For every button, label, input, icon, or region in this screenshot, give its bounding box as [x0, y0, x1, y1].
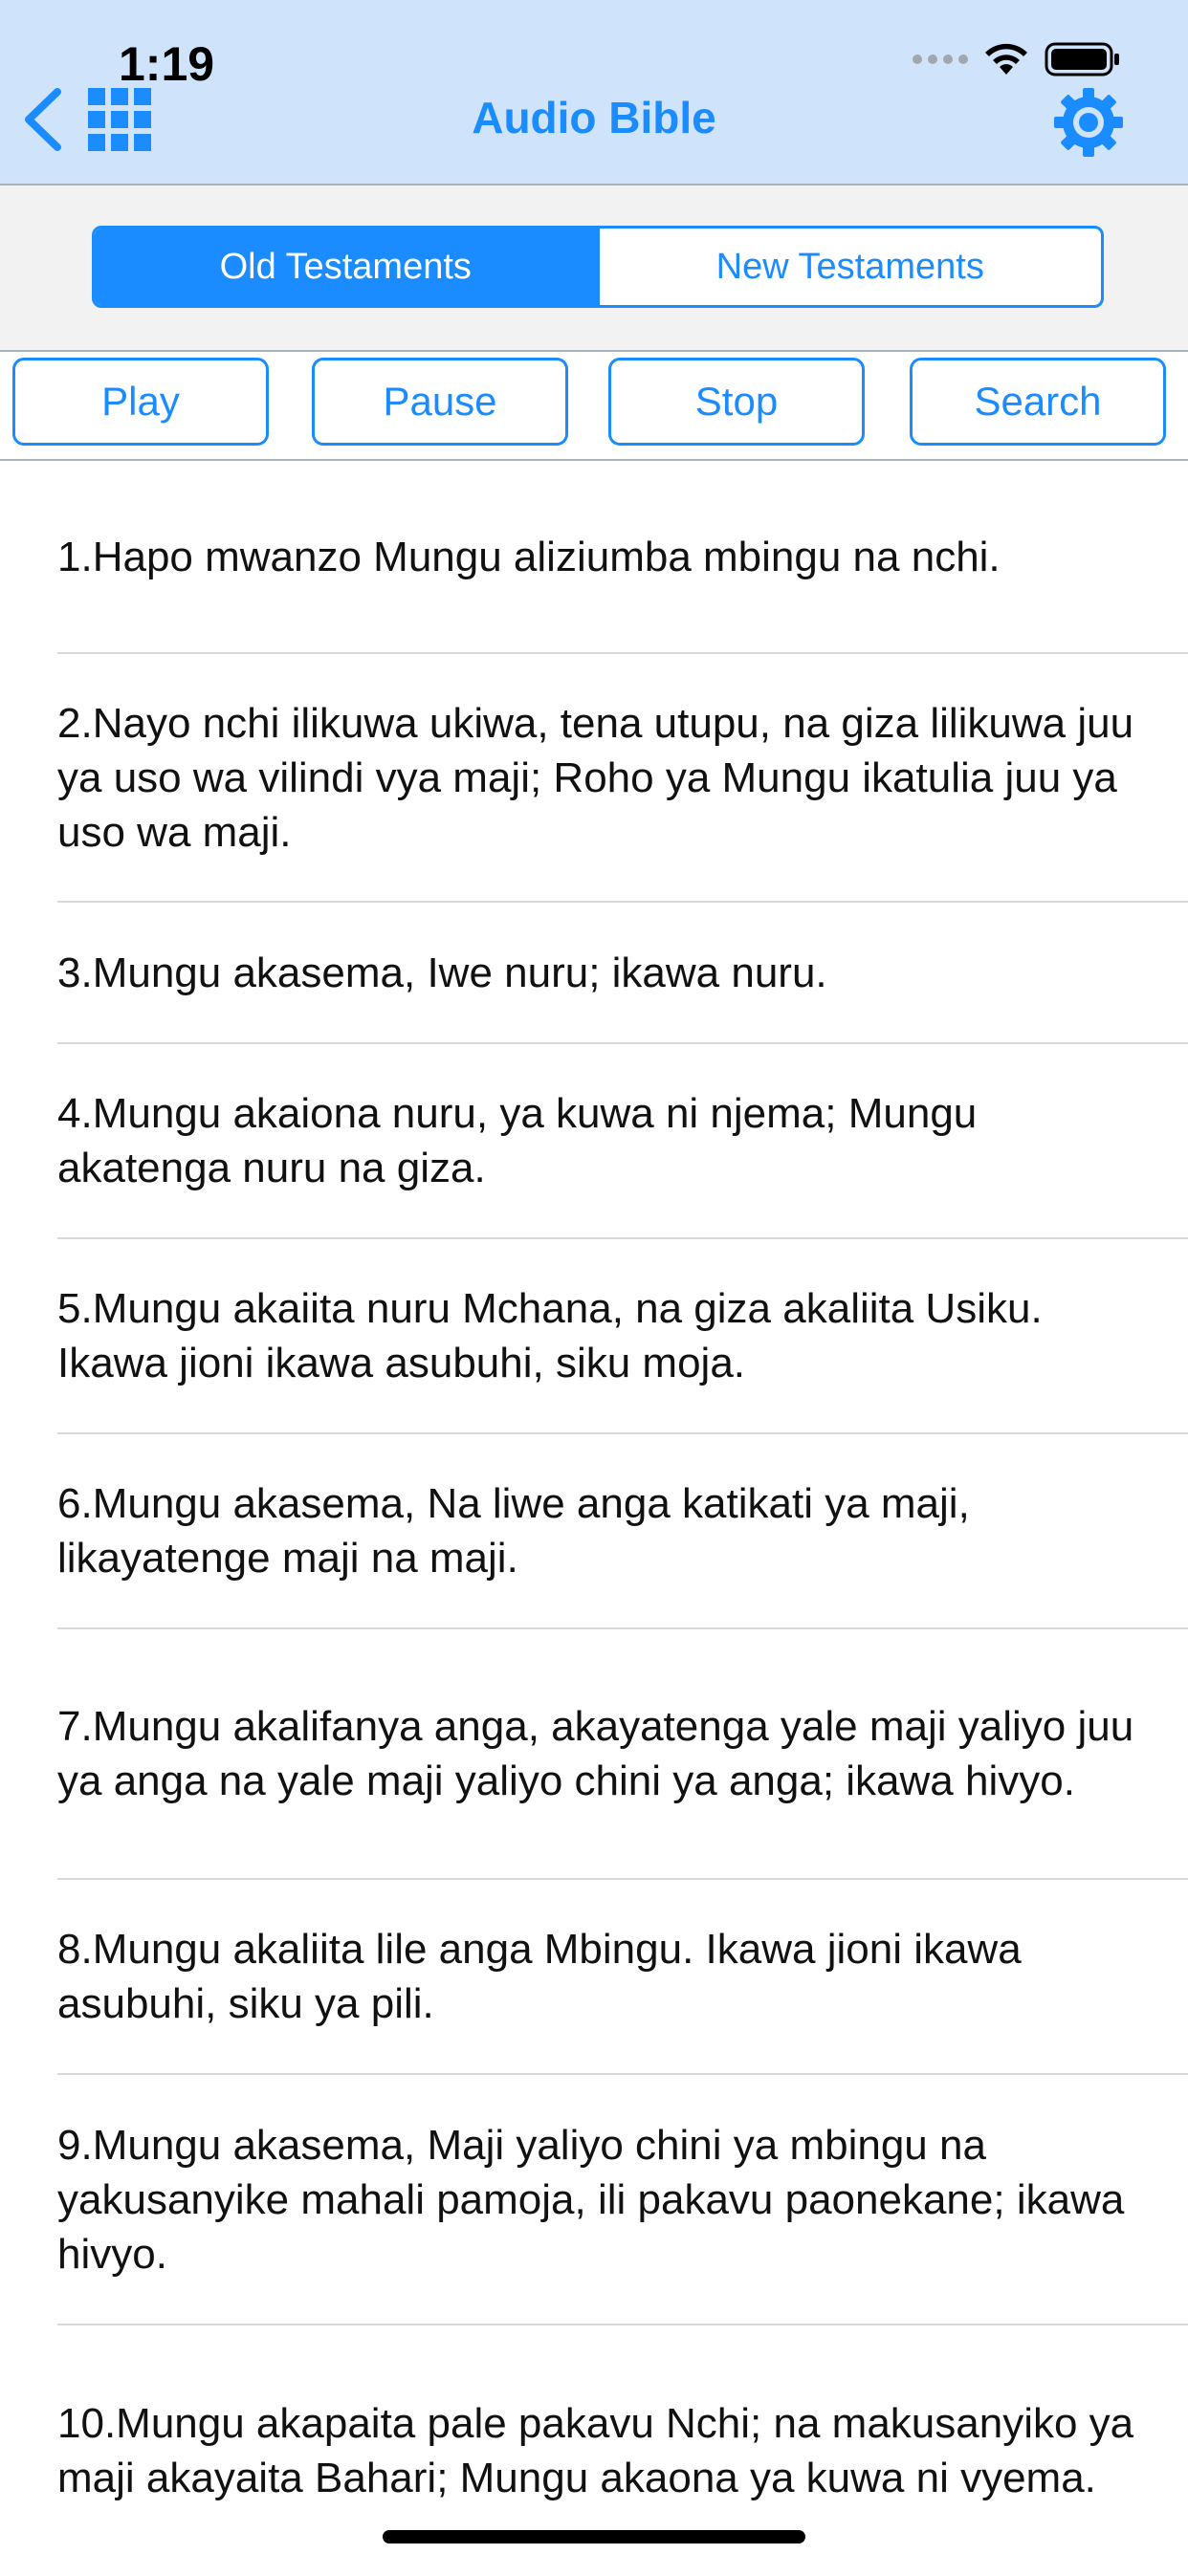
- page-title: Audio Bible: [472, 93, 716, 142]
- list-item[interactable]: 5.Mungu akaiita nuru Mchana, na giza aka…: [57, 1239, 1188, 1434]
- pause-button[interactable]: Pause: [312, 358, 568, 446]
- verse-text: 2.Nayo nchi ilikuwa ukiwa, tena utupu, n…: [57, 699, 1134, 856]
- gear-icon[interactable]: [1052, 86, 1125, 159]
- list-item[interactable]: 8.Mungu akaliita lile anga Mbingu. Ikawa…: [57, 1880, 1188, 2075]
- navigation-bar: 1:19 Audio Bible: [0, 0, 1188, 186]
- list-item[interactable]: 9.Mungu akasema, Maji yaliyo chini ya mb…: [57, 2075, 1188, 2325]
- verse-text: 10.Mungu akapaita pale pakavu Nchi; na m…: [57, 2400, 1134, 2501]
- playback-controls: Play Pause Stop Search: [0, 352, 1188, 461]
- list-item[interactable]: 4.Mungu akaiona nuru, ya kuwa ni njema; …: [57, 1044, 1188, 1239]
- verse-text: 9.Mungu akasema, Maji yaliyo chini ya mb…: [57, 2121, 1125, 2278]
- verse-text: 1.Hapo mwanzo Mungu aliziumba mbingu na …: [57, 533, 1001, 580]
- verse-text: 5.Mungu akaiita nuru Mchana, na giza aka…: [57, 1285, 1043, 1386]
- verse-text: 4.Mungu akaiona nuru, ya kuwa ni njema; …: [57, 1090, 978, 1191]
- list-item[interactable]: 6.Mungu akasema, Na liwe anga katikati y…: [57, 1434, 1188, 1629]
- segment-new-testaments[interactable]: New Testaments: [596, 229, 1102, 305]
- cellular-signal-icon: [913, 55, 968, 64]
- list-item[interactable]: 3.Mungu akasema, Iwe nuru; ikawa nuru.: [57, 903, 1188, 1044]
- home-indicator[interactable]: [383, 2530, 805, 2543]
- status-time: 1:19: [119, 37, 215, 91]
- stop-button[interactable]: Stop: [608, 358, 865, 446]
- verse-text: 3.Mungu akasema, Iwe nuru; ikawa nuru.: [57, 949, 827, 996]
- wifi-icon: [985, 43, 1027, 75]
- list-item[interactable]: 2.Nayo nchi ilikuwa ukiwa, tena utupu, n…: [57, 654, 1188, 903]
- play-button[interactable]: Play: [12, 358, 269, 446]
- list-item[interactable]: 7.Mungu akalifanya anga, akayatenga yale…: [57, 1629, 1188, 1880]
- testament-segmented-control: Old Testaments New Testaments: [92, 226, 1104, 308]
- segment-old-testaments[interactable]: Old Testaments: [95, 229, 597, 305]
- verse-text: 7.Mungu akalifanya anga, akayatenga yale…: [57, 1703, 1134, 1804]
- verse-text: 6.Mungu akasema, Na liwe anga katikati y…: [57, 1480, 970, 1582]
- list-item[interactable]: 1.Hapo mwanzo Mungu aliziumba mbingu na …: [57, 461, 1188, 654]
- status-icons: [913, 40, 1121, 78]
- testament-selector-area: Old Testaments New Testaments: [0, 186, 1188, 352]
- verse-list: 1.Hapo mwanzo Mungu aliziumba mbingu na …: [0, 461, 1188, 2576]
- search-button[interactable]: Search: [910, 358, 1166, 446]
- verse-text: 8.Mungu akaliita lile anga Mbingu. Ikawa…: [57, 1926, 1022, 2027]
- battery-icon: [1045, 42, 1119, 76]
